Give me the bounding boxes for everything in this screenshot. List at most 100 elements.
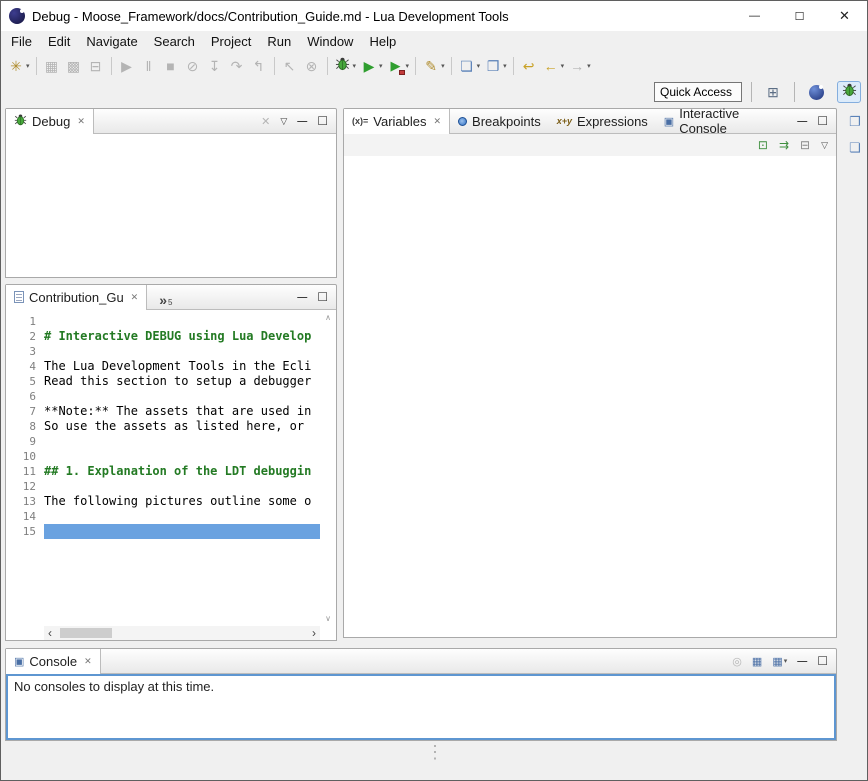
code-line[interactable]: **Note:** The assets that are used in [44,404,320,419]
tab-overflow-chevron[interactable]: » 5 [147,285,184,309]
code-line[interactable] [44,449,320,464]
menu-edit[interactable]: Edit [40,32,78,51]
tab-breakpoints[interactable]: Breakpoints [450,109,549,133]
dropdown-arrow-icon[interactable]: ▾ [406,62,410,70]
external-tools-button[interactable]: ▶▾ [385,55,412,77]
close-window-button[interactable]: ✕ [822,1,867,31]
tab-expressions[interactable]: x+y Expressions [549,109,656,133]
close-icon[interactable]: ✕ [434,116,442,127]
code-line[interactable] [44,479,320,494]
menu-project[interactable]: Project [203,32,259,51]
close-icon[interactable]: ✕ [131,292,139,303]
display-selected-console-icon[interactable]: ▦ [752,655,762,668]
tab-variables[interactable]: (x)= Variables ✕ [344,109,450,133]
vertical-scrollbar[interactable]: ∧ ∨ [320,310,336,626]
dropdown-arrow-icon[interactable]: ▾ [503,62,507,70]
maximize-window-button[interactable]: ☐ [777,1,822,31]
scroll-down-icon[interactable]: ∨ [325,614,331,623]
code-line[interactable] [44,434,320,449]
open-element-button[interactable]: ❐▾ [482,55,509,77]
menu-window[interactable]: Window [299,32,361,51]
debug-content[interactable] [6,134,336,277]
dropdown-arrow-icon[interactable]: ▾ [353,62,357,70]
close-icon[interactable]: ✕ [77,116,85,127]
editor-panel: Contribution_Gu ✕ » 5 — ☐ 123456789101112… [5,284,337,641]
step-into-icon: ↧ [206,57,224,75]
dropdown-arrow-icon[interactable]: ▾ [26,62,30,70]
variables-icon: (x)= [352,116,368,126]
show-logical-structure-icon[interactable]: ⇉ [779,138,789,152]
code-line[interactable] [44,344,320,359]
code-line[interactable] [44,314,320,329]
dropdown-arrow-icon[interactable]: ▾ [379,62,383,70]
minimize-icon[interactable]: — [797,116,807,127]
maximize-icon[interactable]: ☐ [317,114,328,128]
code-line[interactable] [44,389,320,404]
code-line[interactable]: Read this section to setup a debugger [44,374,320,389]
console-content[interactable]: No consoles to display at this time. [6,674,836,740]
lua-perspective-button[interactable] [804,81,828,103]
sash-grip[interactable]: ⋮ [429,742,441,763]
code-line[interactable]: So use the assets as listed here, or [44,419,320,434]
line-number-gutter[interactable]: 123456789101112131415 [6,310,44,626]
vertical-sash[interactable] [337,108,343,638]
collapse-all-icon[interactable]: ⊟ [800,138,810,152]
scrollbar-thumb[interactable] [60,628,112,638]
run-button[interactable]: ▶▾ [358,55,385,77]
terminate-icon: ■ [162,57,180,75]
debug-button[interactable]: ▾ [332,55,359,77]
new-lua-file-button[interactable]: ❏▾ [456,55,483,77]
tab-interactive-console[interactable]: ▣ Interactive Console [656,109,797,133]
view-menu-icon[interactable]: ▽ [821,140,828,151]
code-line[interactable]: # Interactive DEBUG using Lua Develop [44,329,320,344]
dropdown-arrow-icon[interactable]: ▾ [784,657,788,665]
tab-debug[interactable]: Debug ✕ [6,109,94,133]
dropdown-arrow-icon[interactable]: ▾ [441,62,445,70]
view-menu-icon[interactable]: ▽ [280,116,287,127]
menu-search[interactable]: Search [146,32,203,51]
maximize-icon[interactable]: ☐ [817,114,828,128]
variables-content[interactable] [344,156,836,637]
quick-access-box[interactable]: Quick Access [654,82,742,102]
horizontal-scrollbar[interactable]: ‹ › [44,626,320,640]
code-area[interactable]: # Interactive DEBUG using Lua Develop Th… [44,310,320,626]
menu-file[interactable]: File [3,32,40,51]
minimize-icon[interactable]: — [297,292,307,303]
code-line[interactable]: The following pictures outline some o [44,494,320,509]
maximize-icon[interactable]: ☐ [317,290,328,304]
mark-occurrences-button[interactable]: ✎▾ [420,55,447,77]
menu-run[interactable]: Run [259,32,299,51]
dropdown-arrow-icon[interactable]: ▾ [561,62,565,70]
console-view-controls: ◎▦▦▾—☐ [732,649,836,673]
dropdown-arrow-icon[interactable]: ▾ [587,62,591,70]
code-line[interactable]: The Lua Development Tools in the Ecli [44,359,320,374]
tab-console[interactable]: ▣ Console ✕ [6,649,101,673]
code-line[interactable]: ## 1. Explanation of the LDT debuggin [44,464,320,479]
maximize-icon[interactable]: ☐ [817,654,828,668]
minimized-view-1-button[interactable]: ❐ [846,113,864,131]
minimize-window-button[interactable]: — [732,1,777,31]
debug-perspective-button[interactable] [837,81,861,103]
scroll-up-icon[interactable]: ∧ [325,313,331,322]
show-type-names-icon[interactable]: ⊡ [758,138,768,152]
back-button[interactable]: ←▾ [540,55,567,77]
debug-editor-sash[interactable] [5,278,337,284]
scroll-left-icon[interactable]: ‹ [48,627,52,639]
menu-help[interactable]: Help [361,32,404,51]
minimized-view-2-button[interactable]: ❏ [846,139,864,157]
menu-navigate[interactable]: Navigate [78,32,145,51]
tab-contribution-guide[interactable]: Contribution_Gu ✕ [6,285,147,309]
minimize-icon[interactable]: — [297,116,307,127]
new-wizard-button[interactable]: ✳▾ [5,55,32,77]
close-icon[interactable]: ✕ [84,656,92,667]
code-line[interactable] [44,509,320,524]
code-line[interactable] [44,524,320,539]
console-sash[interactable] [5,641,837,648]
open-console-icon[interactable]: ▦▾ [772,655,787,668]
open-perspective-button[interactable]: ⊞ [761,81,785,103]
dropdown-arrow-icon[interactable]: ▾ [477,62,481,70]
scroll-right-icon[interactable]: › [312,627,316,639]
last-edit-location-button[interactable]: ↩ [518,55,540,77]
minimize-icon[interactable]: — [797,656,807,667]
drop-to-frame-icon: ↖ [281,57,299,75]
